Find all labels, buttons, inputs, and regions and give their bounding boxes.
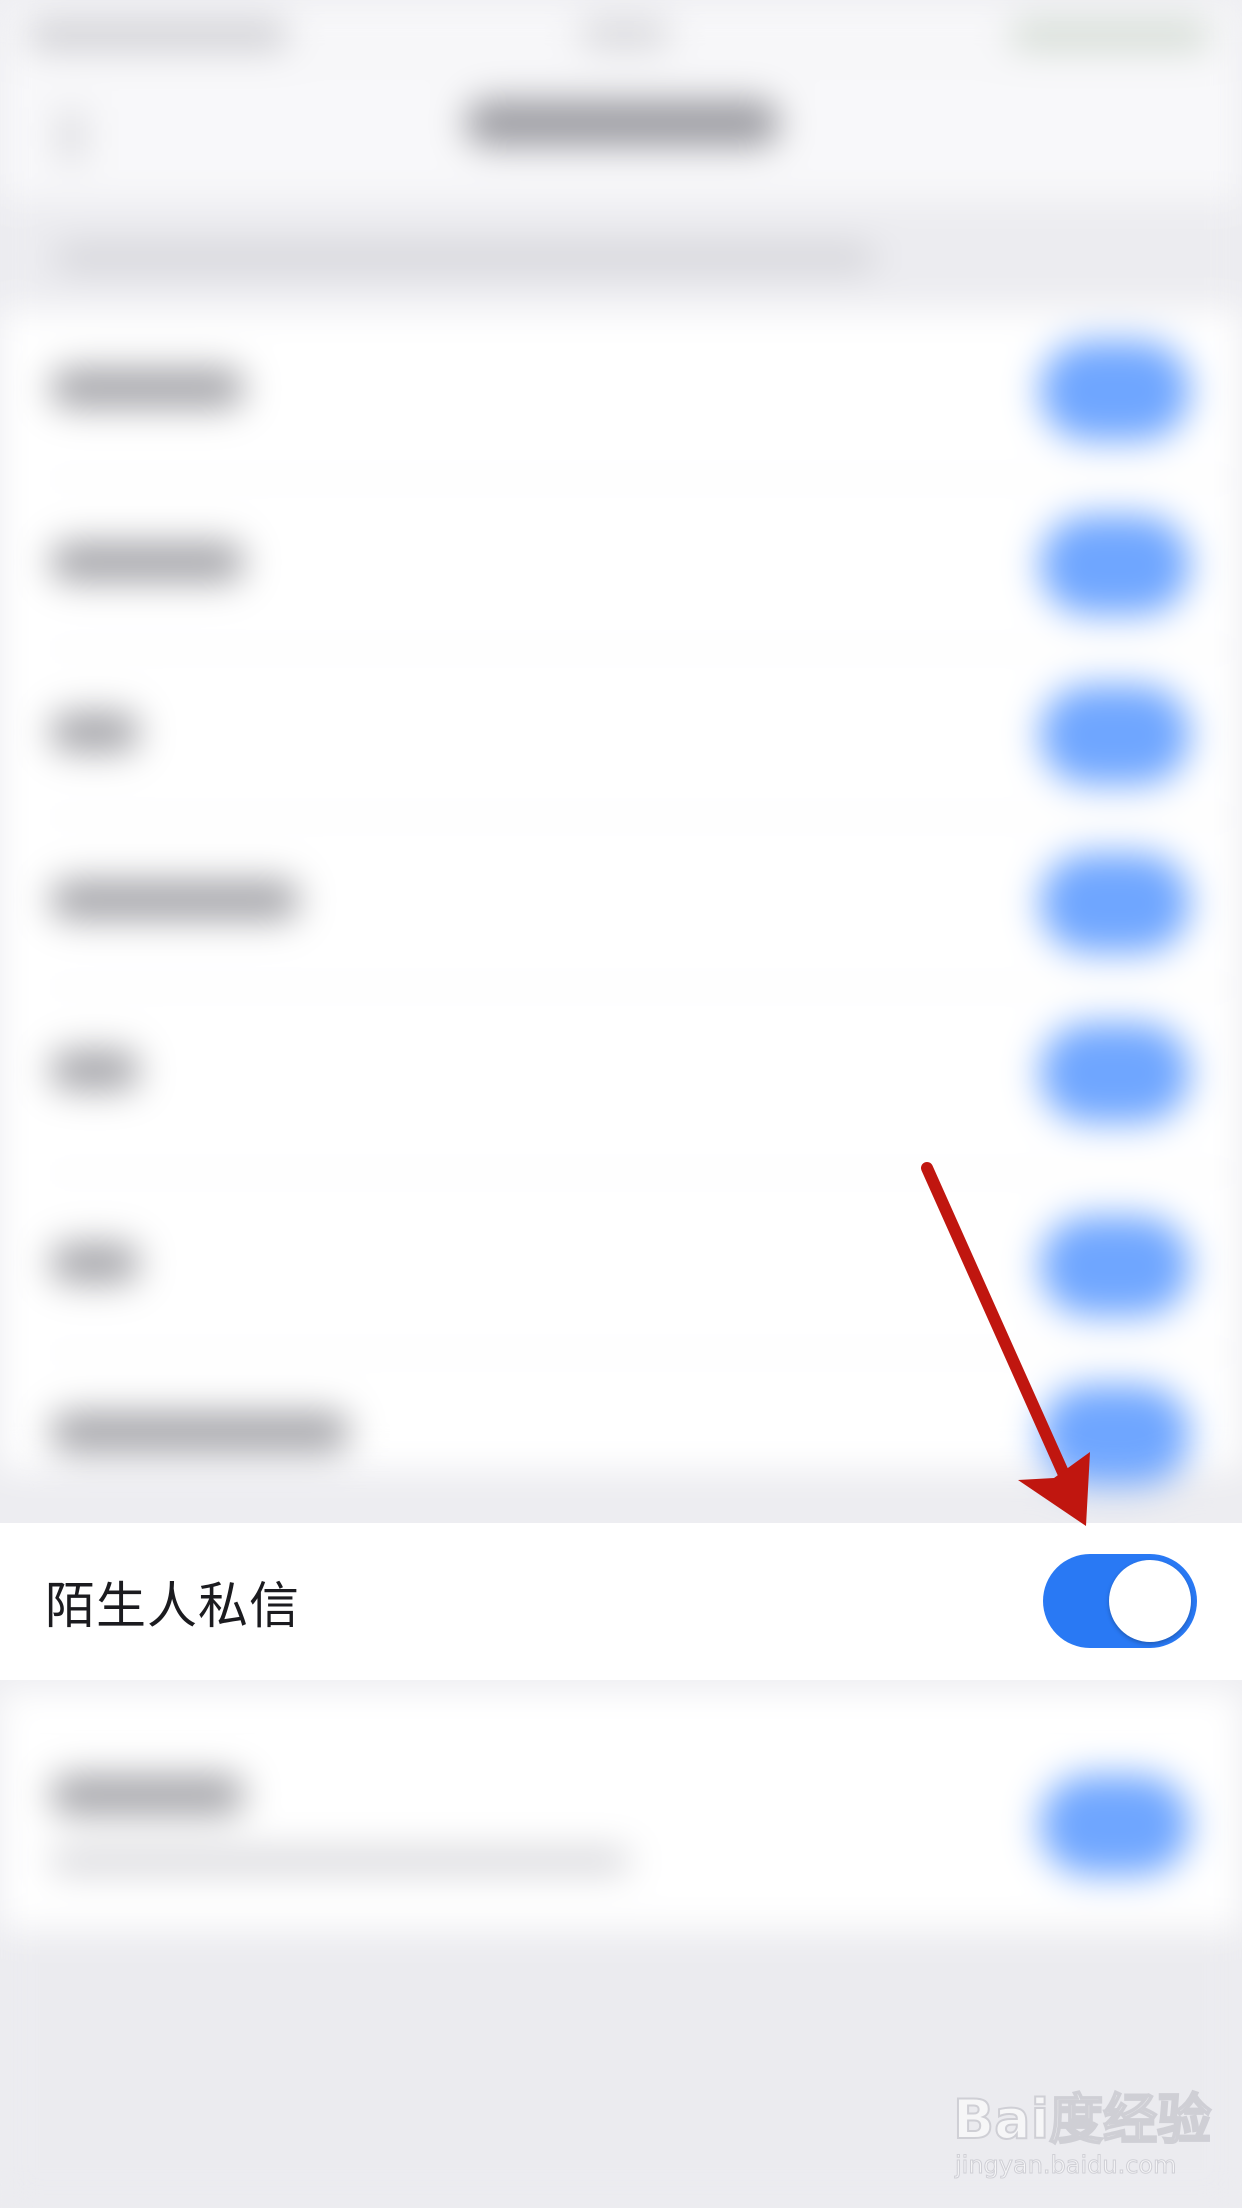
- row-label-obscured: [50, 712, 140, 752]
- row-label-obscured: [50, 880, 300, 920]
- row-subtitle-obscured: [50, 1850, 630, 1872]
- row-label-obscured: [50, 542, 245, 582]
- baidu-jingyan-watermark: Bai度经验 jingyan.baidu.com: [945, 2065, 1235, 2195]
- stranger-message-toggle[interactable]: [1043, 1554, 1197, 1648]
- section-hint-text-obscured: [55, 245, 875, 271]
- row-divider: [45, 1352, 1242, 1354]
- toggle-obscured: [1040, 1216, 1190, 1316]
- status-bar-right-info: [1010, 22, 1210, 48]
- screen: 陌生人私信 Bai度经验 jingyan.baidu.com: [0, 0, 1242, 2208]
- watermark-url: jingyan.baidu.com: [954, 2151, 1177, 2180]
- toggle-obscured: [1040, 1775, 1190, 1875]
- page-title-obscured: [465, 100, 780, 146]
- watermark-logo: Bai度经验: [952, 2087, 1212, 2152]
- row-label-obscured: [50, 1050, 140, 1090]
- row-divider: [45, 1172, 1242, 1174]
- toggle-obscured: [1040, 1385, 1190, 1485]
- toggle-knob: [1109, 1560, 1191, 1642]
- settings-row-stranger-message: 陌生人私信: [0, 1523, 1242, 1680]
- row-label-obscured: [50, 368, 245, 408]
- row-label-obscured: [50, 1412, 350, 1452]
- row-divider: [45, 478, 1242, 480]
- row-label-obscured: [50, 1775, 245, 1815]
- row-divider: [45, 648, 1242, 650]
- blurred-background: [0, 0, 1242, 2208]
- toggle-obscured: [1040, 1023, 1190, 1123]
- toggle-obscured: [1040, 341, 1190, 441]
- row-divider: [45, 816, 1242, 818]
- status-bar-left-info: [28, 22, 288, 48]
- stranger-message-label: 陌生人私信: [45, 1576, 300, 1635]
- toggle-obscured: [1040, 685, 1190, 785]
- row-label-obscured: [50, 1243, 140, 1283]
- row-divider: [45, 986, 1242, 988]
- back-icon: [58, 110, 84, 162]
- toggle-obscured: [1040, 853, 1190, 953]
- toggle-obscured: [1040, 515, 1190, 615]
- status-bar-time: [580, 20, 670, 48]
